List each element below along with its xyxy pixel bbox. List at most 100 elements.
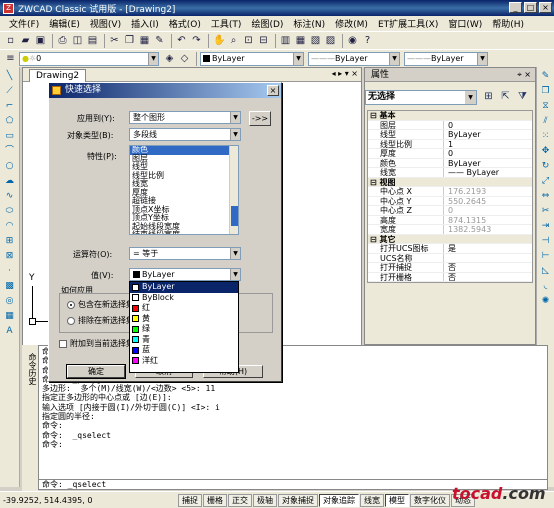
offset-icon[interactable]: ⫽ (540, 115, 552, 127)
selection-combo[interactable]: 无选择 ▼ (365, 90, 477, 105)
property-row[interactable]: 中心点 Y 550.2645 (368, 196, 532, 206)
tablet-toggle[interactable]: 数字化仪 (410, 493, 450, 507)
color-option[interactable]: ByBlock (130, 293, 238, 304)
select-objects-icon[interactable]: ⇱ (499, 90, 512, 103)
calculator-icon[interactable]: ▨ (324, 34, 337, 47)
append-checkbox[interactable]: 附加到当前选择集 (59, 338, 134, 349)
menu-insert[interactable]: 插入(I) (126, 17, 164, 30)
document-controls[interactable]: ◂ ▸ ▾ × (332, 69, 358, 78)
point-icon[interactable]: · (4, 265, 16, 277)
menu-tools[interactable]: 工具(T) (206, 17, 247, 30)
color-combo[interactable]: ByLayer ▼ (200, 51, 304, 66)
properties-listbox[interactable]: 颜色图层线型线型比例线宽厚度超链接顶点X坐标顶点Y坐标起始线段宽度结束线段宽度全… (129, 145, 239, 235)
menu-file[interactable]: 文件(F) (4, 17, 44, 30)
explode-icon[interactable]: ✺ (540, 295, 552, 307)
quick-select-icon[interactable]: ⧩ (516, 90, 529, 103)
print-icon[interactable]: ⎙ (56, 34, 69, 47)
ellipse-arc-icon[interactable]: ◠ (4, 220, 16, 232)
tool-palette-icon[interactable]: ▧ (309, 34, 322, 47)
panel-close-icon[interactable]: ⌖ × (517, 68, 531, 82)
publish-icon[interactable]: ▤ (86, 34, 99, 47)
pan-icon[interactable]: ✋ (212, 34, 225, 47)
lineweight-combo[interactable]: ——— ByLayer ▼ (404, 51, 488, 66)
property-row[interactable]: 线型比例 1 (368, 139, 532, 149)
color-option[interactable]: 蓝 (130, 345, 238, 356)
select-objects-button[interactable]: ->> (249, 111, 271, 126)
extend-icon[interactable]: ⇥ (540, 220, 552, 232)
lineweight-toggle[interactable]: 线宽 (360, 493, 384, 507)
property-row[interactable]: 打开捕捉否 (368, 263, 532, 273)
menu-et-tools[interactable]: ET扩展工具(X) (373, 17, 443, 30)
erase-icon[interactable]: ✎ (540, 70, 552, 82)
insert-block-icon[interactable]: ⊞ (4, 235, 16, 247)
dialog-close-button[interactable]: × (267, 85, 279, 96)
copy-icon[interactable]: ❐ (123, 34, 136, 47)
toggle-pickadd-icon[interactable]: ⊞ (482, 90, 495, 103)
menu-view[interactable]: 视图(V) (85, 17, 126, 30)
property-row[interactable]: 宽度 1382.5943 (368, 225, 532, 235)
property-row[interactable]: 线型 ByLayer (368, 130, 532, 140)
menu-dimension[interactable]: 标注(N) (288, 17, 330, 30)
maximize-button[interactable]: □ (524, 2, 537, 13)
help-icon[interactable]: ? (361, 34, 374, 47)
revision-cloud-icon[interactable]: ☁ (4, 175, 16, 187)
mtext-icon[interactable]: A (4, 325, 16, 337)
fillet-icon[interactable]: ◟ (540, 280, 552, 292)
value-combo[interactable]: ByLayer ▼ (129, 268, 241, 281)
menu-draw[interactable]: 绘图(D) (246, 17, 288, 30)
undo-icon[interactable]: ↶ (175, 34, 188, 47)
paste-icon[interactable]: ▦ (138, 34, 151, 47)
property-row[interactable]: 中心点 X 176.2193 (368, 187, 532, 197)
ellipse-icon[interactable]: ⬭ (4, 205, 16, 217)
value-dropdown-list[interactable]: ByLayer ByBlock 红黄绿青蓝洋红 (129, 281, 239, 373)
property-row[interactable]: 中心点 Z 0 (368, 206, 532, 216)
ortho-toggle[interactable]: 正交 (228, 493, 252, 507)
new-file-icon[interactable]: ▫ (4, 34, 17, 47)
save-icon[interactable]: ▣ (34, 34, 47, 47)
property-row[interactable]: 厚度 0 (368, 149, 532, 159)
cut-icon[interactable]: ✂ (108, 34, 121, 47)
object-type-combo[interactable]: 多段线 ▼ (129, 128, 241, 141)
property-row[interactable]: 高度 874.1315 (368, 215, 532, 225)
property-category[interactable]: ⊟ 其它 (368, 234, 532, 244)
mirror-icon[interactable]: ⧖ (540, 100, 552, 112)
property-row[interactable]: 打开UCS图标是 (368, 244, 532, 254)
operator-combo[interactable]: = 等于 ▼ (129, 247, 241, 260)
scale-icon[interactable]: ⤢ (540, 175, 552, 187)
polygon-icon[interactable]: ⬠ (4, 115, 16, 127)
listbox-scrollbar[interactable] (229, 146, 238, 234)
chamfer-icon[interactable]: ◺ (540, 265, 552, 277)
make-block-icon[interactable]: ⊠ (4, 250, 16, 262)
line-icon[interactable]: ╲ (4, 70, 16, 82)
color-option[interactable]: ByLayer (130, 282, 238, 293)
tab-drawing2[interactable]: Drawing2 (29, 69, 87, 82)
menu-format[interactable]: 格式(O) (164, 17, 206, 30)
color-option[interactable]: 绿 (130, 324, 238, 335)
join-icon[interactable]: ⊢ (540, 250, 552, 262)
minimize-button[interactable]: _ (509, 2, 522, 13)
match-properties-icon[interactable]: ✎ (153, 34, 166, 47)
circle-icon[interactable]: ○ (4, 160, 16, 172)
color-option[interactable]: 洋红 (130, 356, 238, 367)
otrack-toggle[interactable]: 对象追踪 (319, 493, 359, 507)
color-option[interactable]: 红 (130, 303, 238, 314)
ok-button[interactable]: 确定 (66, 364, 126, 379)
trim-icon[interactable]: ✂ (540, 205, 552, 217)
make-current-layer-icon[interactable]: ◈ (163, 52, 176, 65)
rotate-icon[interactable]: ↻ (540, 160, 552, 172)
color-option[interactable]: 青 (130, 335, 238, 346)
menu-edit[interactable]: 编辑(E) (44, 17, 85, 30)
property-row[interactable]: 颜色 ByLayer (368, 158, 532, 168)
construction-line-icon[interactable]: ⟋ (4, 85, 16, 97)
snap-toggle[interactable]: 捕捉 (178, 493, 202, 507)
linetype-combo[interactable]: ——— ByLayer ▼ (308, 51, 400, 66)
break-icon[interactable]: ⊣ (540, 235, 552, 247)
array-icon[interactable]: ⁙ (540, 130, 552, 142)
properties-icon[interactable]: ▥ (279, 34, 292, 47)
zoom-previous-icon[interactable]: ⊟ (257, 34, 270, 47)
redo-icon[interactable]: ↷ (190, 34, 203, 47)
osnap-toggle[interactable]: 对象捕捉 (278, 493, 318, 507)
polar-toggle[interactable]: 极轴 (253, 493, 277, 507)
stretch-icon[interactable]: ⇔ (540, 190, 552, 202)
copy-object-icon[interactable]: ❐ (540, 85, 552, 97)
